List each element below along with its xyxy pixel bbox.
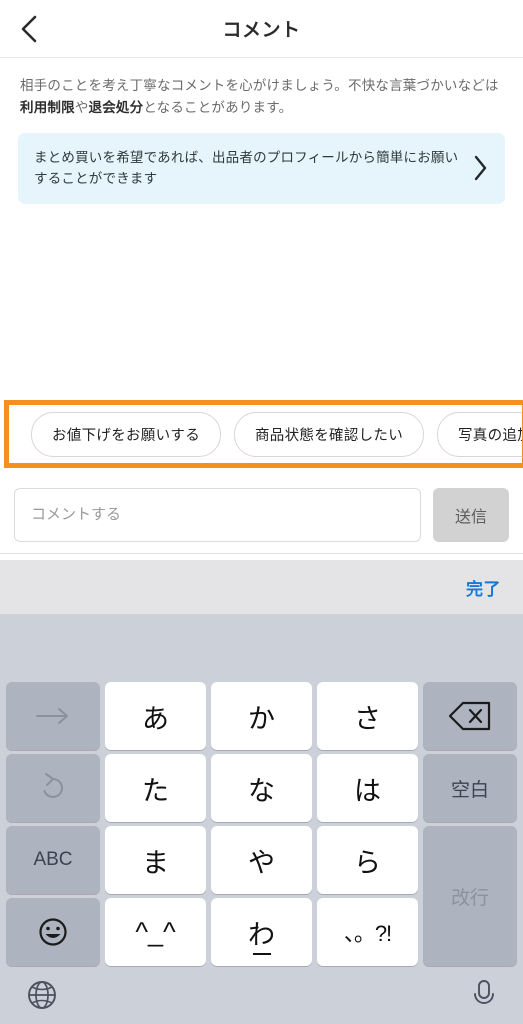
navigation-bar: コメント: [0, 0, 523, 58]
bulk-purchase-banner[interactable]: まとめ買いを希望であれば、出品者のプロフィールから簡単にお願いすることができます: [18, 132, 505, 204]
keyboard-bottom-row: [0, 966, 523, 1024]
software-keyboard: あ か さ た な は 空白 ABC ま や ら 改行 ^_^ わ 、。?!: [0, 614, 523, 1024]
notice-bold-restriction: 利用制限: [20, 99, 75, 115]
back-button[interactable]: [0, 0, 58, 58]
chevron-left-icon: [19, 13, 39, 45]
comment-screen: コメント 相手のことを考え丁寧なコメントを心がけましょう。不快な言葉づかいなどは…: [0, 0, 523, 1024]
key-na[interactable]: な: [211, 754, 312, 822]
smiley-face-icon: [36, 915, 70, 949]
notice-line-2-a: いなどは: [443, 78, 499, 93]
key-punctuation[interactable]: 、。?!: [317, 898, 418, 966]
key-wa-label: わ: [248, 919, 275, 950]
chip-item-condition[interactable]: 商品状態を確認したい: [234, 411, 424, 457]
arrow-right-key[interactable]: [6, 682, 100, 750]
backspace-key[interactable]: [423, 682, 517, 750]
emoji-key[interactable]: [6, 898, 100, 966]
underscore-mark: [252, 953, 271, 955]
page-title: コメント: [222, 20, 301, 41]
space-key[interactable]: 空白: [423, 754, 517, 822]
comment-list-area: [0, 203, 523, 399]
keyboard-accessory-toolbar: 完了: [0, 560, 523, 614]
key-a[interactable]: あ: [105, 682, 206, 750]
comment-input[interactable]: [14, 487, 421, 542]
comment-guideline-notice: 相手のことを考え丁寧なコメントを心がけましょう。不快な言葉づかいなどは利用制限や…: [0, 58, 523, 119]
suggestion-chips-highlight: お値下げをお願いする 商品状態を確認したい 写真の追加をお願いしたい: [4, 400, 523, 468]
chip-photo-request[interactable]: 写真の追加をお願いしたい: [437, 411, 522, 457]
send-button[interactable]: 送信: [433, 487, 509, 542]
key-ta[interactable]: た: [105, 754, 206, 822]
suggestion-chips-row[interactable]: お値下げをお願いする 商品状態を確認したい 写真の追加をお願いしたい: [9, 405, 522, 463]
globe-icon[interactable]: [26, 979, 58, 1011]
return-key[interactable]: 改行: [423, 826, 517, 966]
key-wa[interactable]: わ: [211, 898, 312, 966]
chip-price-negotiation[interactable]: お値下げをお願いする: [31, 411, 221, 457]
undo-icon: [36, 771, 70, 805]
chevron-right-icon: [471, 153, 489, 183]
arrow-right-icon: [31, 705, 75, 727]
comment-input-bar: 送信: [0, 476, 523, 554]
notice-line-2-c: となることがあります。: [143, 99, 293, 115]
key-ra[interactable]: ら: [317, 826, 418, 894]
notice-line-2-b: や: [74, 99, 89, 115]
notice-line-1: 相手のことを考え丁寧なコメントを心がけましょう。不快な言葉づか: [20, 78, 444, 93]
banner-text: まとめ買いを希望であれば、出品者のプロフィールから簡単にお願いすることができます: [34, 149, 459, 187]
key-ha[interactable]: は: [317, 754, 418, 822]
key-sa[interactable]: さ: [317, 682, 418, 750]
backspace-icon: [447, 699, 493, 733]
keyboard-grid: あ か さ た な は 空白 ABC ま や ら 改行 ^_^ わ 、。?!: [6, 682, 517, 966]
done-button[interactable]: 完了: [466, 575, 501, 600]
undo-key[interactable]: [6, 754, 100, 822]
key-kaomoji[interactable]: ^_^: [105, 898, 206, 966]
abc-key[interactable]: ABC: [6, 826, 100, 894]
key-ya[interactable]: や: [211, 826, 312, 894]
key-ma[interactable]: ま: [105, 826, 206, 894]
key-ka[interactable]: か: [211, 682, 312, 750]
info-banner-wrapper: まとめ買いを希望であれば、出品者のプロフィールから簡単にお願いすることができます: [0, 119, 523, 204]
notice-bold-withdrawal: 退会処分: [88, 99, 144, 115]
microphone-icon[interactable]: [471, 978, 497, 1012]
